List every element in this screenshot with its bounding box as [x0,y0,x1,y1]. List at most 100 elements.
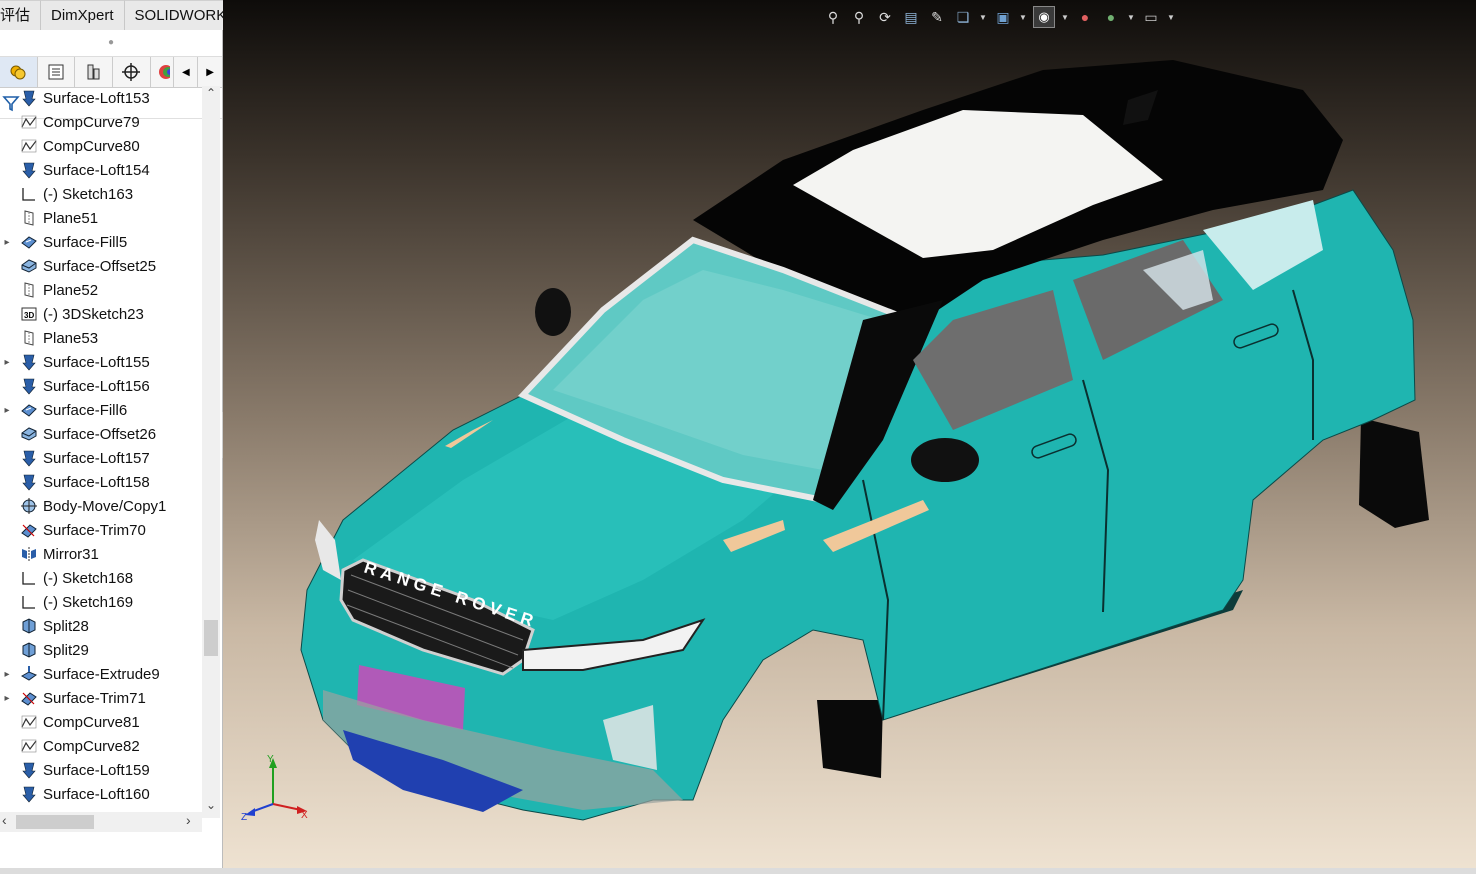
apply-scene-button[interactable]: ● [1101,7,1121,27]
tree-item-label: Plane52 [43,281,99,299]
tree-item[interactable]: Surface-Loft160 [0,782,202,806]
dropdown-arrow-icon[interactable]: ▼ [979,13,987,22]
tree-item-label: Plane53 [43,329,99,347]
property-manager-icon [48,64,64,80]
command-tab-0[interactable]: 评估 [0,0,42,30]
feature-tree: Surface-Loft153 CompCurve79 CompCurve80 Sur… [0,86,202,818]
tree-item[interactable]: Mirror31 [0,542,202,566]
scrollbar-thumb[interactable] [204,620,218,656]
tree-horizontal-scrollbar[interactable]: ‹ › [0,812,202,832]
tree-item-label: (-) Sketch163 [43,185,134,203]
tree-item-label: Split29 [43,641,89,659]
tree-item-label: CompCurve82 [43,737,140,755]
command-tab-1[interactable]: DimXpert [41,0,125,30]
tree-item[interactable]: ▸ Surface-Trim71 [0,686,202,710]
panel-grip[interactable]: ● [0,30,222,57]
tree-item[interactable]: Surface-Loft156 [0,374,202,398]
tree-item[interactable]: CompCurve80 [0,134,202,158]
zoom-area-button[interactable]: ⚲ [849,7,869,27]
loft-feature-icon [20,377,38,395]
tree-item[interactable]: ▸ Surface-Fill6 [0,398,202,422]
hide-show-items-button[interactable]: ◉ [1033,6,1055,28]
section-view-button[interactable]: ▤ [901,7,921,27]
tree-item[interactable]: Surface-Loft158 [0,470,202,494]
tree-item[interactable]: Surface-Loft153 [0,86,202,110]
tree-item[interactable]: CompCurve79 [0,110,202,134]
graphics-viewport[interactable]: RANGE ROVER ⚲ ⚲ ⟳ ▤ ✎ ❏ ▼ ▣ ▼ ◉ ▼ ● ● ▼ … [223,0,1476,874]
scroll-left-arrow[interactable]: ‹ [2,812,7,828]
tree-item[interactable]: Plane51 [0,206,202,230]
dynamic-annotation-button[interactable]: ✎ [927,7,947,27]
tree-item[interactable]: (-) Sketch163 [0,182,202,206]
expand-arrow-icon[interactable]: ▸ [0,405,14,416]
view-settings-button[interactable]: ▭ [1141,7,1161,27]
dimxpert-manager-icon [122,63,141,81]
move-feature-icon [20,497,38,515]
split-feature-icon [20,617,38,635]
tree-item[interactable]: Surface-Offset25 [0,254,202,278]
loft-feature-icon [20,785,38,803]
appearance-icon: ● [1080,9,1090,25]
feature-manager-icon [10,65,26,80]
tree-item[interactable]: ▸ Surface-Loft155 [0,350,202,374]
panel-tab-scroll-right[interactable]: ▶ [198,57,222,87]
tree-item[interactable]: ▸ Surface-Fill5 [0,230,202,254]
tree-item-label: Surface-Loft157 [43,449,150,467]
tree-item[interactable]: Plane53 [0,326,202,350]
tree-item[interactable]: (-) Sketch169 [0,590,202,614]
car-body-model[interactable]: RANGE ROVER [223,0,1476,874]
scroll-down-arrow[interactable]: ⌄ [202,798,220,816]
tree-item[interactable]: Surface-Offset26 [0,422,202,446]
tree-item[interactable]: CompCurve82 [0,734,202,758]
panel-tab-scroll-left[interactable]: ◀ [174,57,199,87]
dropdown-arrow-icon[interactable]: ▼ [1127,13,1135,22]
svg-text:3D: 3D [24,311,34,320]
previous-view-button[interactable]: ⟳ [875,7,895,27]
tree-item[interactable]: Surface-Trim70 [0,518,202,542]
loft-feature-icon [20,89,38,107]
expand-arrow-icon[interactable]: ▸ [0,237,14,248]
curve-feature-icon [20,137,38,155]
tree-item[interactable]: Body-Move/Copy1 [0,494,202,518]
scroll-up-arrow[interactable]: ⌃ [202,86,220,104]
tree-item-label: Surface-Trim70 [43,521,146,539]
display-style-button[interactable]: ▣ [993,7,1013,27]
triad-y-label: Y [267,754,274,765]
tree-vertical-scrollbar[interactable]: ⌃ ⌄ [202,86,220,818]
previous-view-icon: ⟳ [879,8,891,25]
tree-item-label: Body-Move/Copy1 [43,497,167,515]
expand-arrow-icon[interactable]: ▸ [0,693,14,704]
tree-item[interactable]: Split28 [0,614,202,638]
zoom-to-fit-button[interactable]: ⚲ [823,7,843,27]
expand-arrow-icon[interactable]: ▸ [0,357,14,368]
plane-feature-icon [20,281,38,299]
panel-tabs: ◀ ▶ [0,57,222,88]
dropdown-arrow-icon[interactable]: ▼ [1061,13,1069,22]
display-manager-tab[interactable] [151,57,175,87]
tree-item[interactable]: Split29 [0,638,202,662]
feature-manager-tab[interactable] [0,57,38,87]
tree-item-label: CompCurve81 [43,713,140,731]
view-orientation-button[interactable]: ❏ [953,7,973,27]
property-manager-tab[interactable] [38,57,76,87]
tree-item-label: Split28 [43,617,89,635]
dropdown-arrow-icon[interactable]: ▼ [1019,13,1027,22]
horizontal-scrollbar-thumb[interactable] [16,815,94,829]
tree-item[interactable]: 3D (-) 3DSketch23 [0,302,202,326]
tree-item[interactable]: Surface-Loft159 [0,758,202,782]
tree-item[interactable]: Surface-Loft157 [0,446,202,470]
tree-item[interactable]: ▸ Surface-Extrude9 [0,662,202,686]
tree-item[interactable]: Surface-Loft154 [0,158,202,182]
configuration-manager-tab[interactable] [75,57,113,87]
scroll-right-arrow[interactable]: › [186,812,191,828]
triad-x-label: X [301,810,308,821]
dropdown-arrow-icon[interactable]: ▼ [1167,13,1175,22]
loft-feature-icon [20,473,38,491]
edit-appearance-button[interactable]: ● [1075,7,1095,27]
dimxpert-manager-tab[interactable] [113,57,151,87]
expand-arrow-icon[interactable]: ▸ [0,669,14,680]
tree-item[interactable]: (-) Sketch168 [0,566,202,590]
display-style-icon: ▣ [996,8,1010,25]
tree-item[interactable]: CompCurve81 [0,710,202,734]
tree-item[interactable]: Plane52 [0,278,202,302]
